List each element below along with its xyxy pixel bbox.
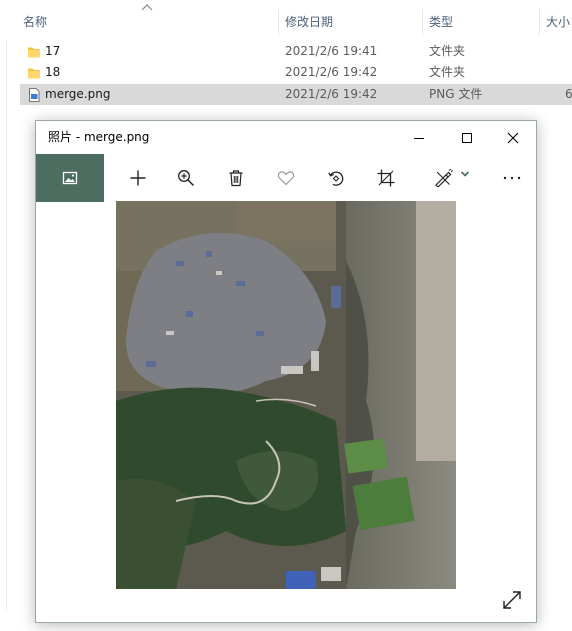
zoom-in-button[interactable] <box>166 154 206 202</box>
maximize-button[interactable] <box>444 121 490 154</box>
add-button[interactable] <box>118 154 158 202</box>
file-type: 文件夹 <box>429 65 466 79</box>
title-bar[interactable]: 照片 - merge.png <box>36 121 536 154</box>
folder-icon <box>28 47 40 58</box>
delete-button[interactable] <box>216 154 256 202</box>
file-name: 17 <box>45 44 61 58</box>
file-row-merge-png[interactable]: merge.png 2021/2/6 19:42 PNG 文件 6, <box>20 84 572 105</box>
maximize-icon <box>462 132 472 143</box>
gallery-button[interactable] <box>36 154 104 202</box>
png-file-icon <box>29 88 40 102</box>
minimize-icon <box>414 137 424 139</box>
photos-window: 照片 - merge.png <box>35 120 537 623</box>
file-type: 文件夹 <box>429 44 466 58</box>
photos-toolbar <box>36 154 536 202</box>
add-icon <box>130 170 146 186</box>
photo-viewer-image[interactable] <box>116 201 456 589</box>
close-button[interactable] <box>490 121 536 154</box>
crop-button[interactable] <box>366 154 406 202</box>
heart-icon <box>277 171 295 186</box>
close-icon <box>507 132 519 143</box>
file-date: 2021/2/6 19:42 <box>285 65 378 79</box>
chevron-down-icon <box>460 171 470 177</box>
zoom-in-icon <box>178 170 195 187</box>
file-type: PNG 文件 <box>429 87 483 101</box>
edit-draw-menu-button[interactable] <box>426 154 478 202</box>
folder-icon <box>28 68 40 79</box>
file-date: 2021/2/6 19:42 <box>285 87 378 101</box>
file-name: merge.png <box>45 87 111 101</box>
column-header-size[interactable]: 大小 <box>540 9 572 35</box>
file-row-folder-17[interactable]: 17 2021/2/6 19:41 文件夹 <box>20 41 572 62</box>
edit-icon <box>435 169 454 187</box>
column-header-name[interactable]: 名称 <box>17 9 279 35</box>
more-button[interactable] <box>492 154 532 202</box>
more-icon <box>503 176 521 180</box>
fullscreen-button[interactable] <box>496 584 528 616</box>
file-size: 6, <box>565 87 572 101</box>
column-header-type[interactable]: 类型 <box>423 9 540 35</box>
crop-icon <box>377 169 395 187</box>
rotate-icon <box>328 171 344 186</box>
expand-icon <box>503 591 521 609</box>
delete-icon <box>229 170 243 187</box>
file-date: 2021/2/6 19:41 <box>285 44 378 58</box>
explorer-left-divider <box>6 40 7 610</box>
column-header-date[interactable]: 修改日期 <box>279 9 423 35</box>
rotate-button[interactable] <box>316 154 356 202</box>
aerial-photo-image <box>116 201 456 589</box>
file-row-folder-18[interactable]: 18 2021/2/6 19:42 文件夹 <box>20 62 572 83</box>
gallery-icon <box>62 171 78 185</box>
file-name: 18 <box>45 65 61 79</box>
window-title: 照片 - merge.png <box>48 130 150 144</box>
favorite-button[interactable] <box>266 154 306 202</box>
minimize-button[interactable] <box>396 121 442 154</box>
